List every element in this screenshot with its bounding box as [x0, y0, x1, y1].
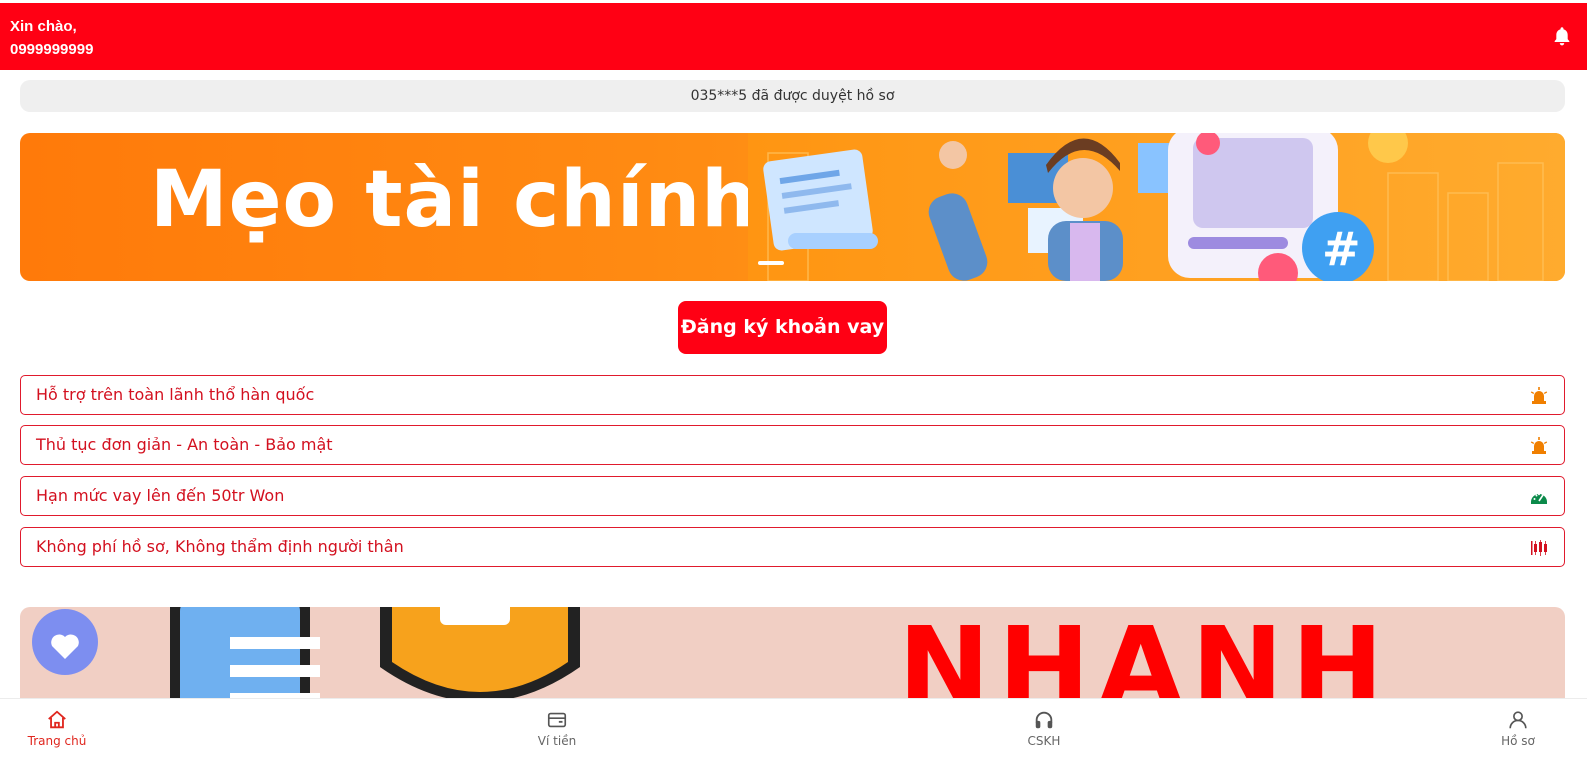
siren-icon — [1530, 437, 1548, 454]
speedometer-icon — [1531, 493, 1547, 504]
svg-text:#: # — [1322, 222, 1361, 276]
promo-banner-top[interactable]: Mẹo tài chính # — [20, 133, 1565, 281]
app-page: Xin chào, 0999999999 035***5 đã được duy… — [0, 0, 1587, 775]
register-loan-button[interactable]: Đăng ký khoản vay — [678, 301, 887, 354]
nav-wallet-label: Ví tiền — [537, 734, 577, 748]
carousel-indicator[interactable] — [758, 261, 784, 265]
feature-label: Thủ tục đơn giản - An toàn - Bảo mật — [36, 435, 333, 454]
greeting-text: Xin chào, — [10, 18, 77, 35]
headphones-icon — [1035, 711, 1053, 729]
promo-banner-bottom[interactable]: NHANH — [20, 607, 1565, 707]
wallet-icon — [547, 712, 567, 728]
nav-support[interactable]: CSKH — [984, 709, 1104, 748]
user-icon — [1509, 711, 1527, 729]
feature-label: Hạn mức vay lên đến 50tr Won — [36, 486, 285, 505]
ticker-text: 035***5 đã được duyệt hồ sơ — [690, 88, 895, 104]
approval-ticker: 035***5 đã được duyệt hồ sơ — [20, 80, 1565, 112]
feature-item: Hạn mức vay lên đến 50tr Won — [20, 476, 1565, 516]
scrollbar[interactable] — [1568, 70, 1587, 698]
feature-label: Hỗ trợ trên toàn lãnh thổ hàn quốc — [36, 385, 315, 404]
nav-support-label: CSKH — [1027, 734, 1061, 748]
bell-icon[interactable] — [1551, 24, 1573, 48]
banner-headline: NHANH — [898, 607, 1392, 707]
user-phone: 0999999999 — [10, 41, 94, 58]
candlestick-icon — [1531, 540, 1547, 556]
banner-title: Mẹo tài chính — [150, 155, 758, 245]
banner-illustration — [32, 607, 580, 707]
banner-illustration: # — [748, 133, 1565, 281]
nav-profile-label: Hồ sơ — [1501, 734, 1535, 748]
nav-wallet[interactable]: Ví tiền — [497, 709, 617, 748]
bottom-nav: Trang chủ Ví tiền CSKH Hồ sơ — [0, 698, 1587, 775]
nav-home-label: Trang chủ — [27, 734, 87, 748]
feature-item: Không phí hồ sơ, Không thẩm định người t… — [20, 527, 1565, 567]
nav-profile[interactable]: Hồ sơ — [1458, 709, 1578, 748]
header-bar: Xin chào, 0999999999 — [0, 3, 1587, 70]
greeting: Xin chào, 0999999999 — [10, 15, 93, 61]
feature-item: Hỗ trợ trên toàn lãnh thổ hàn quốc — [20, 375, 1565, 415]
nav-home[interactable]: Trang chủ — [0, 709, 117, 748]
feature-item: Thủ tục đơn giản - An toàn - Bảo mật — [20, 425, 1565, 465]
home-icon — [48, 710, 66, 729]
feature-label: Không phí hồ sơ, Không thẩm định người t… — [36, 537, 404, 556]
siren-icon — [1530, 387, 1548, 404]
